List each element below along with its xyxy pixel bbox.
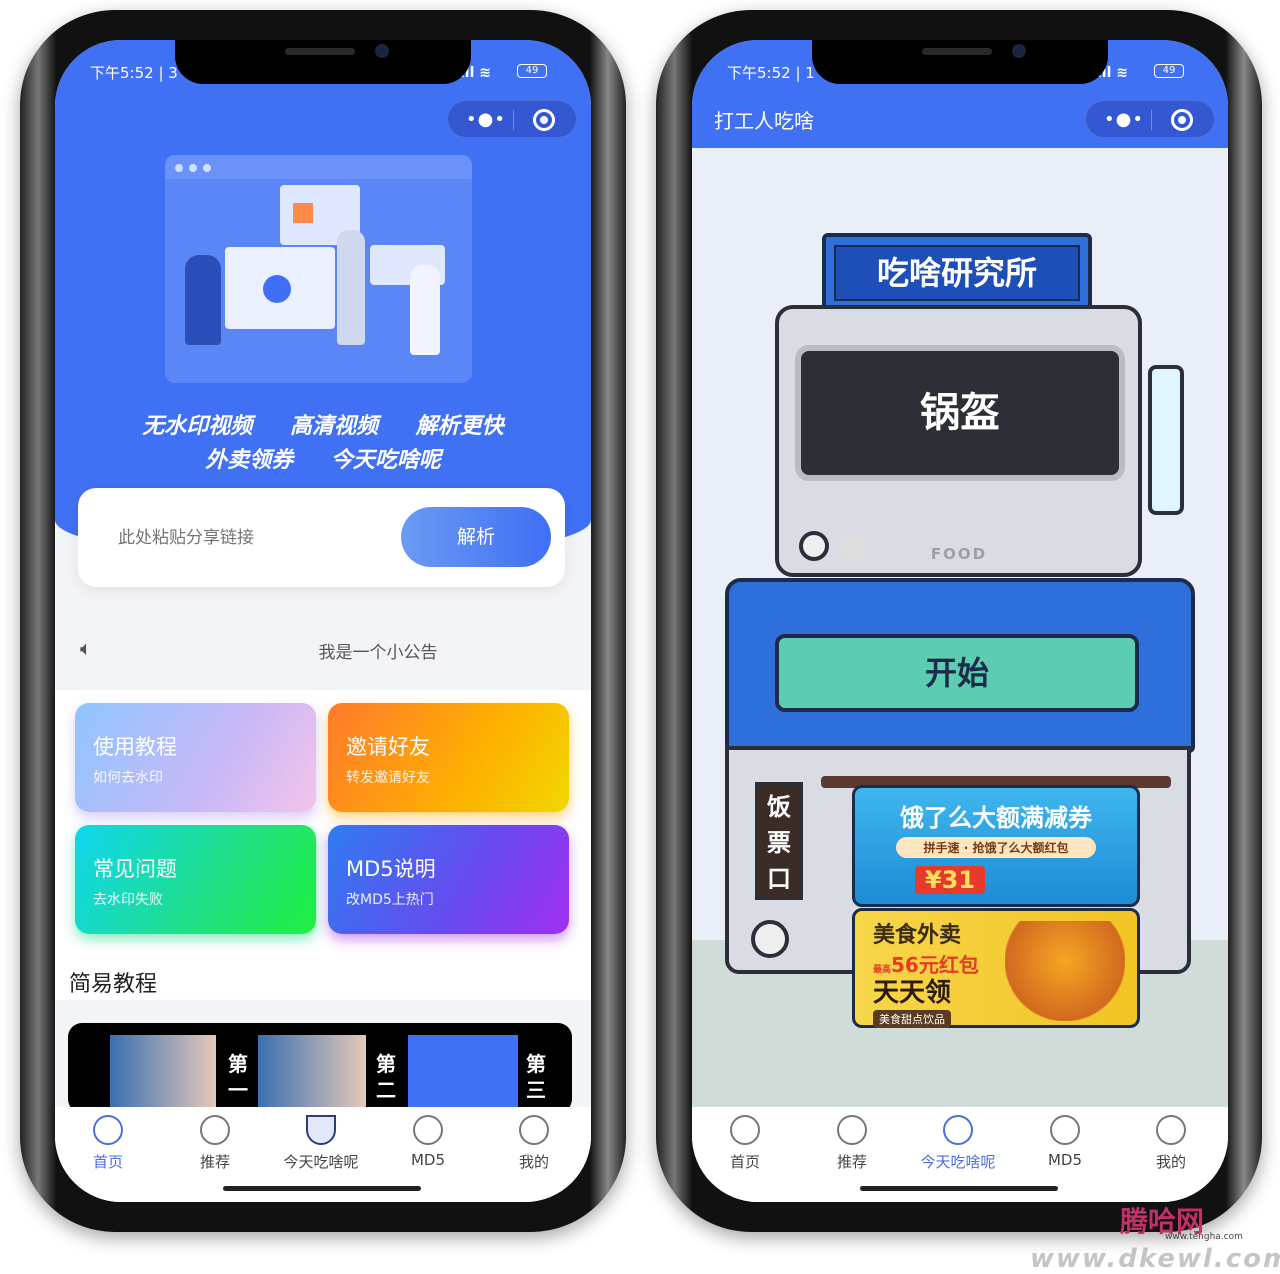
meituan-food-ad[interactable]: 美食外卖 最高56元红包 天天领 美食甜点饮品	[852, 908, 1140, 1028]
start-button[interactable]: 开始	[775, 634, 1139, 712]
battery-icon: 49	[1154, 64, 1184, 78]
mini-program-capsule: •●•	[447, 100, 577, 138]
notch	[175, 40, 471, 84]
machine-sign: 吃啥研究所	[822, 233, 1092, 313]
mini-program-capsule: •●•	[1085, 100, 1215, 138]
tube-decor	[1148, 365, 1184, 515]
more-dots-icon[interactable]: •●•	[1104, 109, 1144, 130]
ring-icon	[1050, 1115, 1080, 1145]
target-circle-icon[interactable]	[533, 109, 555, 131]
ring-icon	[413, 1115, 443, 1145]
step-3-label: 第三	[526, 1052, 546, 1102]
tab-md5[interactable]: MD5	[378, 1115, 478, 1169]
tutorial-strip[interactable]: 第一 第二 第三	[68, 1023, 572, 1113]
home-indicator	[223, 1186, 421, 1191]
rice-bowl-icon	[306, 1115, 336, 1145]
eleme-coupon-ad[interactable]: 饿了么大额满减券 拼手速 · 抢饿了么大额红包 ¥31	[852, 785, 1140, 907]
tab-recommend[interactable]: 推荐	[165, 1115, 265, 1172]
card-md5[interactable]: MD5说明 改MD5上热门	[328, 825, 569, 934]
snowflake-icon	[837, 1115, 867, 1145]
notch	[812, 40, 1108, 84]
smile-icon	[1156, 1115, 1186, 1145]
tab-mine[interactable]: 我的	[1121, 1115, 1221, 1172]
tab-md5[interactable]: MD5	[1015, 1115, 1115, 1169]
watermark-url: www.tengha.com	[1165, 1232, 1243, 1242]
what-to-eat-screen: 下午5:52 | 1 ıll ≋ 49 打工人吃啥 •●• 吃啥研究所 锅盔 F…	[692, 40, 1228, 1202]
result-display: 锅盔	[795, 345, 1125, 481]
target-icon	[943, 1115, 973, 1145]
watermark-url-2: www.dkewl.com	[1030, 1244, 1280, 1274]
tutorial-heading: 简易教程	[69, 972, 158, 997]
card-faq[interactable]: 常见问题 去水印失败	[75, 825, 316, 934]
share-link-input[interactable]	[118, 518, 388, 558]
machine-head: 锅盔 FOOD	[775, 305, 1142, 577]
step-2-label: 第二	[376, 1052, 396, 1102]
tab-home[interactable]: 首页	[58, 1115, 158, 1172]
slogan-line-2: 外卖领券 今天吃啥呢	[205, 448, 441, 473]
step-1-label: 第一	[228, 1052, 248, 1102]
food-brand: FOOD	[930, 545, 988, 563]
parse-button[interactable]: 解析	[401, 507, 551, 567]
notice-bar[interactable]: 🔈︎ 我是一个小公告	[55, 610, 591, 690]
card-invite[interactable]: 邀请好友 转发邀请好友	[328, 703, 569, 812]
compass-icon	[93, 1115, 123, 1145]
link-input-card: 解析	[78, 488, 565, 587]
status-time: 下午5:52 | 1	[727, 64, 815, 82]
more-dots-icon[interactable]: •●•	[466, 109, 506, 130]
right-phone-frame: 下午5:52 | 1 ıll ≋ 49 打工人吃啥 •●• 吃啥研究所 锅盔 F…	[656, 10, 1262, 1232]
snowflake-icon	[200, 1115, 230, 1145]
status-time: 下午5:52 | 3	[90, 64, 178, 82]
tab-what-to-eat[interactable]: 今天吃啥呢	[271, 1115, 371, 1172]
machine-base: 开始	[725, 578, 1195, 753]
compass-icon	[730, 1115, 760, 1145]
tab-what-to-eat[interactable]: 今天吃啥呢	[908, 1115, 1008, 1172]
ticket-slot-label: 饭票口	[755, 782, 803, 900]
card-tutorial[interactable]: 使用教程 如何去水印	[75, 703, 316, 812]
left-phone-frame: 下午5:52 | 3 ıll ≋ 49 •●• 无水印视频 高清视频 解析更快 …	[20, 10, 626, 1232]
battery-icon: 49	[517, 64, 547, 78]
page-title: 打工人吃啥	[714, 109, 814, 133]
tab-recommend[interactable]: 推荐	[802, 1115, 902, 1172]
slogan-line-1: 无水印视频 高清视频 解析更快	[142, 414, 504, 439]
notice-text: 我是一个小公告	[318, 643, 438, 663]
home-screen: 下午5:52 | 3 ıll ≋ 49 •●• 无水印视频 高清视频 解析更快 …	[55, 40, 591, 1202]
tab-home[interactable]: 首页	[695, 1115, 795, 1172]
home-indicator	[860, 1186, 1058, 1191]
target-circle-icon[interactable]	[1171, 109, 1193, 131]
tab-mine[interactable]: 我的	[484, 1115, 584, 1172]
hero-illustration	[165, 155, 472, 383]
smile-icon	[519, 1115, 549, 1145]
knob-icon	[751, 920, 789, 958]
mascot-image	[1005, 921, 1125, 1021]
